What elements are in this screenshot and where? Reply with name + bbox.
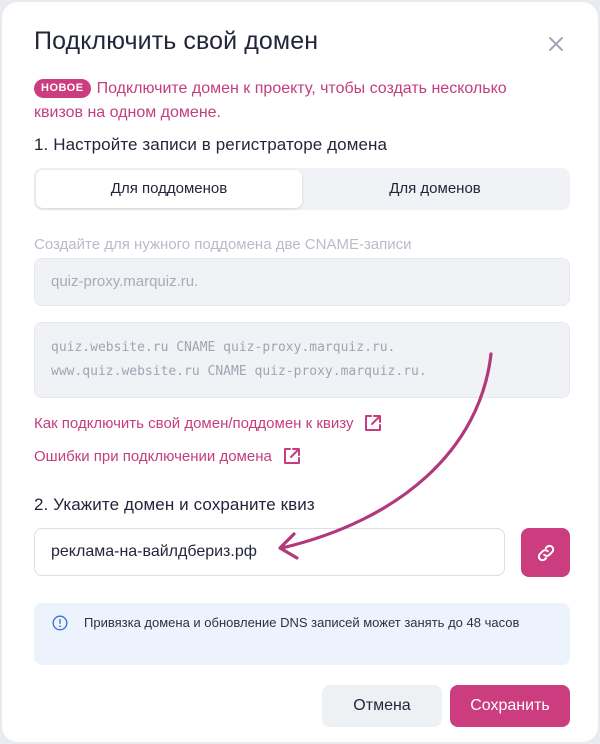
cancel-button[interactable]: Отмена — [322, 685, 442, 727]
new-badge: НОВОЕ — [34, 79, 91, 98]
close-icon[interactable] — [544, 32, 568, 56]
cname-target-field[interactable]: quiz-proxy.marquiz.ru. — [34, 258, 570, 306]
tab-domains[interactable]: Для доменов — [302, 170, 568, 208]
howto-link-label: Как подключить свой домен/поддомен к кви… — [34, 414, 354, 432]
errors-link[interactable]: Ошибки при подключении домена — [34, 446, 302, 466]
external-link-icon — [365, 415, 382, 431]
intro-message: Подключите домен к проекту, чтобы создат… — [34, 80, 507, 121]
domain-input[interactable] — [34, 528, 505, 576]
attach-domain-button[interactable] — [521, 528, 570, 577]
dns-notice: Привязка домена и обновление DNS записей… — [34, 603, 570, 665]
step1-title: 1. Настройте записи в регистраторе домен… — [34, 135, 388, 154]
errors-link-label: Ошибки при подключении домена — [34, 447, 272, 465]
connect-domain-dialog: Подключить свой домен НОВОЕ Подключите до… — [2, 2, 598, 742]
cname-records-box[interactable]: quiz.website.ru CNAME quiz-proxy.marquiz… — [34, 322, 570, 398]
intro-text: НОВОЕ Подключите домен к проекту, чтобы с… — [34, 77, 554, 125]
tab-subdomains[interactable]: Для поддоменов — [36, 170, 302, 208]
dialog-title: Подключить свой домен — [34, 27, 319, 55]
dns-notice-text: Привязка домена и обновление DNS записей… — [84, 615, 520, 630]
cname-record: quiz.website.ru CNAME quiz-proxy.marquiz… — [51, 340, 396, 355]
info-icon — [52, 615, 68, 631]
step2-title: 2. Укажите домен и сохраните квиз — [34, 495, 315, 514]
record-type-tabs: Для поддоменов Для доменов — [34, 168, 570, 210]
link-icon — [537, 544, 554, 561]
external-link-icon — [283, 448, 300, 464]
howto-link[interactable]: Как подключить свой домен/поддомен к кви… — [34, 413, 383, 433]
cname-record: www.quiz.website.ru CNAME quiz-proxy.mar… — [51, 364, 427, 379]
save-button[interactable]: Сохранить — [450, 685, 570, 727]
cname-hint: Создайте для нужного поддомена две CNAME… — [34, 236, 412, 253]
